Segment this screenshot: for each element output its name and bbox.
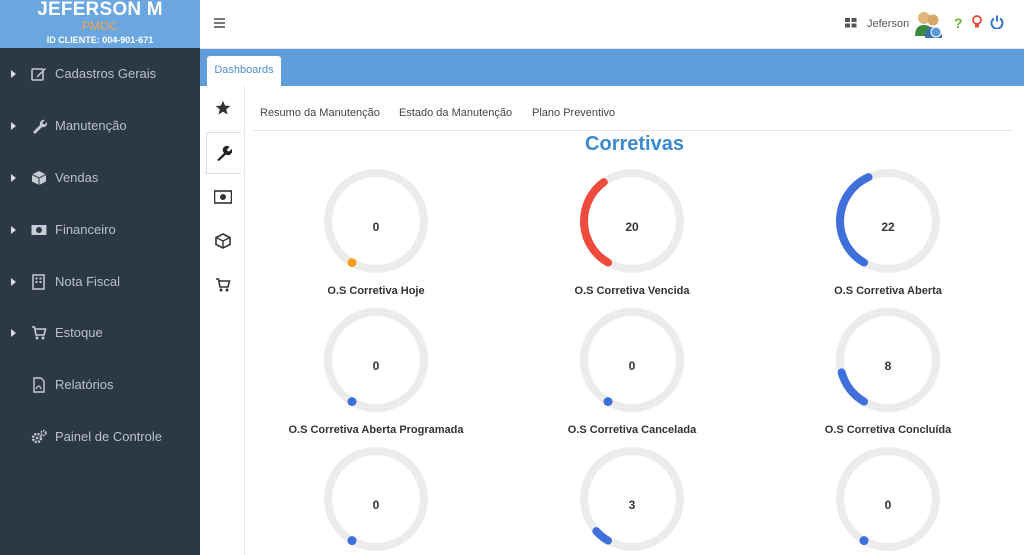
gauge-value: 0 <box>884 498 892 512</box>
sidebar-item-label: Estoque <box>55 325 103 340</box>
brand-header: JEFERSON M PMOC ID CLIENTE: 004-901-671 <box>0 0 200 48</box>
sidebar-item-nota-fiscal[interactable]: Nota Fiscal <box>0 257 200 309</box>
subtab-estado[interactable]: Estado da Manutenção <box>399 107 512 119</box>
gauge-label: O.S Corretiva Cancelada <box>567 424 697 436</box>
caret-right-icon <box>11 70 16 78</box>
sidebar-item-label: Relatórios <box>55 377 114 392</box>
sales-dashboard-button[interactable] <box>206 221 240 261</box>
gauge-progress-dot <box>603 397 613 407</box>
gauge: 22 <box>833 166 943 276</box>
gauge-label: O.S Corretiva Aberta Programada <box>288 424 464 436</box>
gauge-value: 3 <box>628 498 636 512</box>
cart-icon <box>32 326 47 340</box>
gauge-label: O.S Corretiva Vencida <box>574 285 690 297</box>
gauge: 20 <box>577 166 687 276</box>
cube-icon <box>215 233 231 249</box>
gauge-value: 22 <box>881 220 895 234</box>
gauge-label: O.S Corretiva Hoje <box>327 285 425 297</box>
cart-icon <box>216 278 231 292</box>
section-title: Corretivas <box>585 133 684 155</box>
gauge-progress-dot <box>347 397 357 407</box>
sidebar-item-label: Painel de Controle <box>55 429 162 444</box>
gauge: 8 <box>833 305 943 415</box>
gauge: 0 <box>321 444 431 554</box>
main-content: Resumo da Manutenção Estado da Manutençã… <box>245 86 1024 555</box>
caret-right-icon <box>11 122 16 130</box>
cogs-icon <box>31 429 47 444</box>
sidebar-item-relatorios[interactable]: Relatórios <box>0 360 200 412</box>
sidebar-item-painel-de-controle[interactable]: Painel de Controle <box>0 412 200 464</box>
sidebar-item-financeiro[interactable]: Financeiro <box>0 205 200 257</box>
star-icon <box>215 100 231 115</box>
subtab-plano-preventivo[interactable]: Plano Preventivo <box>532 107 615 119</box>
user-name[interactable]: Jeferson <box>867 17 909 31</box>
sidebar-item-vendas[interactable]: Vendas <box>0 153 200 205</box>
building-icon <box>32 274 45 290</box>
caret-right-icon <box>11 278 16 286</box>
maintenance-dashboard-button[interactable] <box>206 132 241 174</box>
sidebar-item-label: Vendas <box>55 170 99 185</box>
lightbulb-icon[interactable] <box>972 15 982 31</box>
subtabs: Resumo da Manutenção Estado da Manutençã… <box>253 104 1013 131</box>
wrench-icon <box>217 145 232 161</box>
avatar[interactable] <box>914 10 944 38</box>
cube-icon <box>31 171 47 185</box>
sidebar-item-cadastros-gerais[interactable]: Cadastros Gerais <box>0 49 200 101</box>
caret-right-icon <box>11 226 16 234</box>
subtab-resumo[interactable]: Resumo da Manutenção <box>260 107 380 119</box>
client-id: ID CLIENTE: 004-901-671 <box>46 35 154 45</box>
gauge-label: O.S Corretiva Aberta <box>834 285 942 297</box>
gauge-value: 8 <box>884 359 892 373</box>
sidebar-item-manutencao[interactable]: Manutenção <box>0 101 200 153</box>
sidebar-item-label: Manutenção <box>55 118 127 133</box>
sidebar-item-estoque[interactable]: Estoque <box>0 308 200 360</box>
gauge: 0 <box>321 166 431 276</box>
grid-icon[interactable] <box>845 18 857 28</box>
gauge-value: 0 <box>372 220 380 234</box>
gauge-value: 0 <box>628 359 636 373</box>
edit-icon <box>31 68 46 81</box>
gauge: 0 <box>577 305 687 415</box>
gauge-progress-dot <box>347 258 357 268</box>
finance-dashboard-button[interactable] <box>206 177 240 217</box>
stock-dashboard-button[interactable] <box>206 265 240 305</box>
sidebar: JEFERSON M PMOC ID CLIENTE: 004-901-671 … <box>0 0 200 555</box>
gauge: 3 <box>577 444 687 554</box>
sidebar-item-label: Cadastros Gerais <box>55 66 157 81</box>
brand-name: JEFERSON M <box>37 0 163 20</box>
gauge: 0 <box>833 444 943 554</box>
gauge-progress-arc <box>837 368 868 406</box>
money-icon <box>31 225 47 235</box>
tab-dashboards[interactable]: Dashboards <box>207 56 281 86</box>
gauge-value: 0 <box>372 359 380 373</box>
gauge-value: 0 <box>372 498 380 512</box>
gauge-progress-dot <box>347 536 357 546</box>
tab-bar: Dashboards <box>200 49 1024 86</box>
sidebar-item-label: Nota Fiscal <box>55 274 121 289</box>
top-bar: Jeferson ? <box>200 0 1024 49</box>
sidebar-item-label: Financeiro <box>55 222 116 237</box>
gauge-value: 20 <box>625 220 639 234</box>
money-icon <box>214 190 232 204</box>
gauge-label: O.S Corretiva Concluída <box>824 424 952 436</box>
help-icon[interactable]: ? <box>954 15 963 31</box>
favorites-button[interactable] <box>206 88 240 128</box>
gauge-progress-arc <box>592 527 612 545</box>
gauge: 0 <box>321 305 431 415</box>
caret-right-icon <box>11 329 16 337</box>
power-icon[interactable] <box>990 15 1004 29</box>
brand-subtitle: PMOC <box>82 19 118 33</box>
gauge-progress-dot <box>859 536 869 546</box>
dashboard-icon-column <box>200 86 245 555</box>
hamburger-menu-icon[interactable] <box>214 18 225 28</box>
caret-right-icon <box>11 174 16 182</box>
wrench-icon <box>33 119 47 134</box>
pdf-icon <box>33 377 45 393</box>
